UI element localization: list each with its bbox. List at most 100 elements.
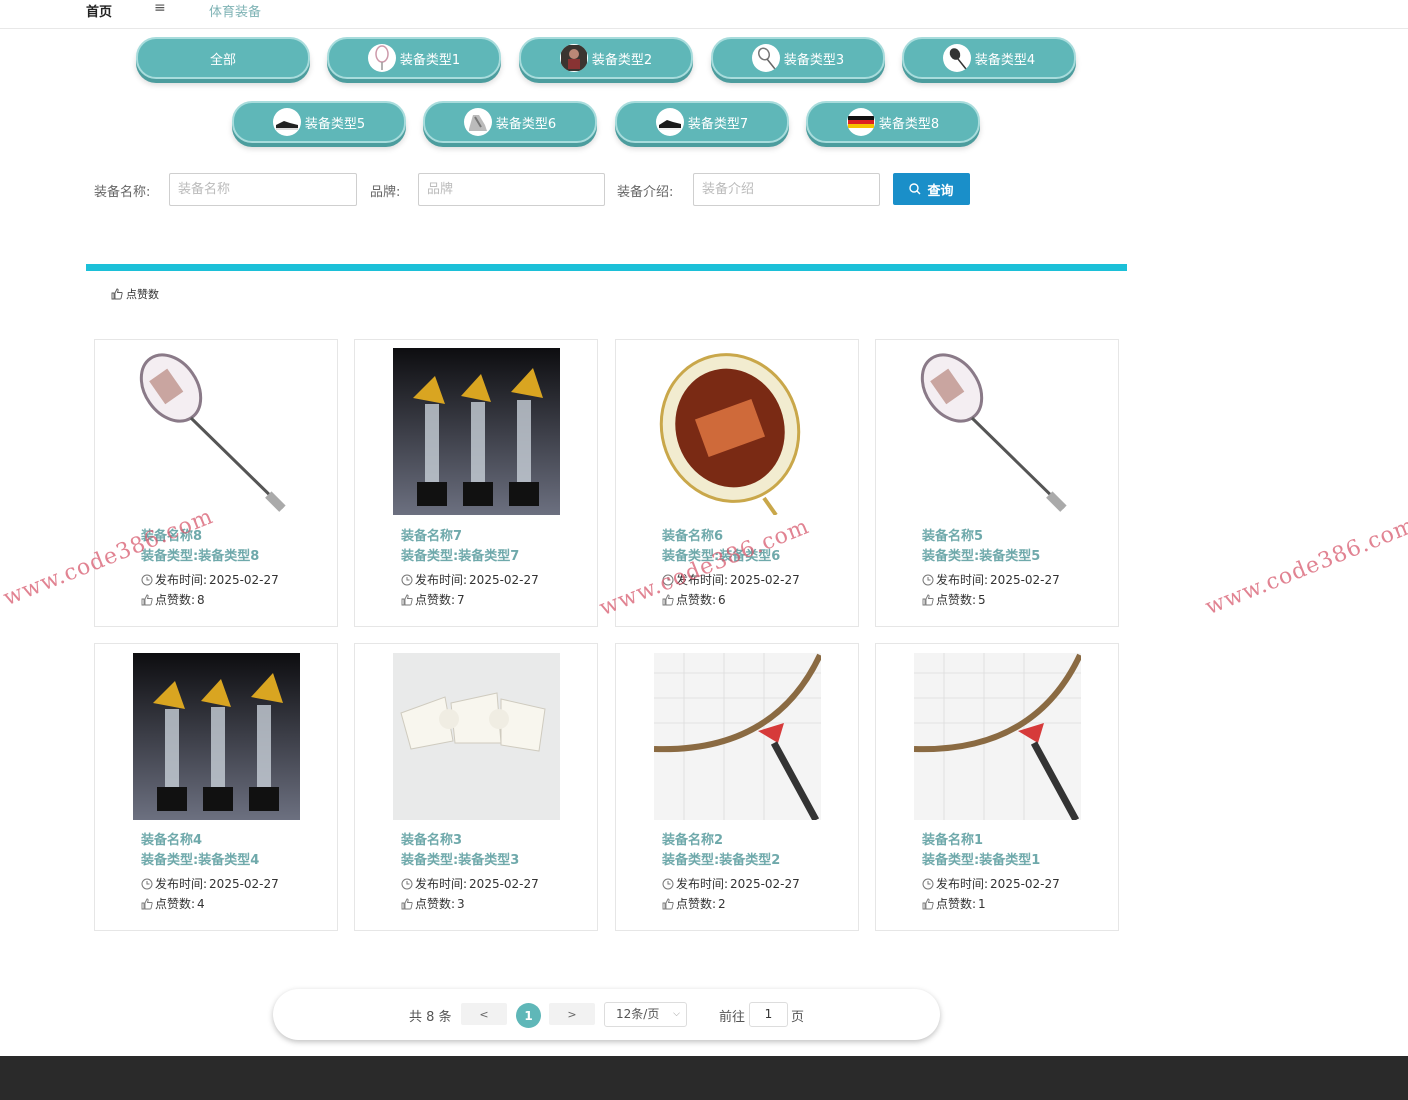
equipment-card[interactable]: 装备名称8 装备类型:装备类型8 发布时间: 2025-02-27 点赞数: 8 (94, 339, 338, 627)
watermark: www.code386.com (1202, 513, 1408, 621)
racket-icon (367, 44, 396, 72)
thumbs-up-icon (662, 898, 674, 909)
likes-value: 6 (718, 592, 726, 607)
equipment-name[interactable]: 装备名称5 (922, 525, 983, 544)
likes-value: 7 (457, 592, 465, 607)
like-count: 点赞数: 5 (922, 591, 986, 608)
time-value: 2025-02-27 (469, 876, 539, 891)
shoe-icon (272, 108, 301, 136)
next-page-button[interactable]: > (549, 1003, 595, 1025)
equipment-card[interactable]: 装备名称7 装备类型:装备类型7 发布时间: 2025-02-27 点赞数: 7 (354, 339, 598, 627)
publish-time: 发布时间: 2025-02-27 (141, 571, 279, 588)
equipment-name[interactable]: 装备名称3 (401, 829, 462, 848)
equipment-type: 装备类型:装备类型2 (662, 853, 781, 868)
nav-home-link[interactable]: 首页 (86, 1, 112, 20)
category-button-4[interactable]: 装备类型4 (902, 37, 1076, 79)
category-label: 装备类型1 (399, 52, 461, 68)
equipment-type: 装备类型:装备类型4 (141, 853, 260, 868)
likes-prefix: 点赞数: (936, 897, 977, 911)
likes-prefix: 点赞数: (415, 593, 456, 607)
search-button[interactable]: 查询 (893, 173, 970, 205)
brand-label: 品牌: (370, 185, 401, 200)
goto-label: 前往 (719, 1010, 746, 1025)
sort-by-likes[interactable]: 点赞数 (111, 286, 159, 302)
thumbs-up-icon (401, 898, 413, 909)
category-button-8[interactable]: 装备类型8 (806, 101, 980, 143)
brand-input[interactable] (418, 173, 605, 206)
time-value: 2025-02-27 (730, 572, 800, 587)
equipment-name[interactable]: 装备名称1 (922, 829, 983, 848)
equipment-card[interactable]: 装备名称3 装备类型:装备类型3 发布时间: 2025-02-27 点赞数: 3 (354, 643, 598, 931)
equipment-card[interactable]: 装备名称4 装备类型:装备类型4 发布时间: 2025-02-27 点赞数: 4 (94, 643, 338, 931)
equipment-image[interactable] (654, 653, 821, 820)
equipment-name[interactable]: 装备名称4 (141, 829, 202, 848)
publish-time: 发布时间: 2025-02-27 (922, 571, 1060, 588)
category-button-3[interactable]: 装备类型3 (711, 37, 885, 79)
category-button-7[interactable]: 装备类型7 (615, 101, 789, 143)
likes-value: 5 (978, 592, 986, 607)
time-value: 2025-02-27 (209, 572, 279, 587)
equipment-name[interactable]: 装备名称7 (401, 525, 462, 544)
thumbs-up-icon (141, 594, 153, 605)
like-count: 点赞数: 3 (401, 895, 465, 912)
search-button-label: 查询 (927, 182, 954, 198)
clock-icon (922, 878, 934, 889)
time-prefix: 发布时间: (936, 573, 989, 587)
menu-icon[interactable]: ≡ (154, 0, 166, 16)
equipment-image[interactable] (133, 348, 300, 515)
like-count: 点赞数: 2 (662, 895, 726, 912)
intro-input[interactable] (693, 173, 880, 206)
time-value: 2025-02-27 (990, 572, 1060, 587)
thumbs-up-icon (922, 898, 934, 909)
equipment-name[interactable]: 装备名称6 (662, 525, 723, 544)
prev-page-button[interactable]: < (461, 1003, 507, 1025)
equipment-image[interactable] (393, 348, 560, 515)
clock-icon (401, 878, 413, 889)
time-prefix: 发布时间: (155, 573, 208, 587)
equipment-image[interactable] (393, 653, 560, 820)
publish-time: 发布时间: 2025-02-27 (662, 875, 800, 892)
page-size-select[interactable]: 12条/页 ⌵ (604, 1002, 687, 1027)
category-button-6[interactable]: 装备类型6 (423, 101, 597, 143)
time-value: 2025-02-27 (469, 572, 539, 587)
likes-value: 3 (457, 896, 465, 911)
likes-prefix: 点赞数: (155, 593, 196, 607)
equipment-name-input[interactable] (169, 173, 357, 206)
thumbs-up-icon (401, 594, 413, 605)
equipment-card[interactable]: 装备名称1 装备类型:装备类型1 发布时间: 2025-02-27 点赞数: 1 (875, 643, 1119, 931)
search-icon (909, 183, 921, 195)
category-label: 装备类型7 (687, 116, 749, 132)
goto-page-input[interactable]: 1 (749, 1002, 788, 1027)
equipment-image[interactable] (654, 348, 821, 515)
name-label: 装备名称: (94, 185, 151, 200)
likes-value: 8 (197, 592, 205, 607)
page-unit-label: 页 (791, 1010, 805, 1025)
player-icon (559, 44, 588, 72)
equipment-card[interactable]: 装备名称2 装备类型:装备类型2 发布时间: 2025-02-27 点赞数: 2 (615, 643, 859, 931)
equipment-card[interactable]: 装备名称5 装备类型:装备类型5 发布时间: 2025-02-27 点赞数: 5 (875, 339, 1119, 627)
category-label: 装备类型5 (304, 116, 366, 132)
page-number-current[interactable]: 1 (516, 1003, 541, 1028)
category-button-2[interactable]: 装备类型2 (519, 37, 693, 79)
likes-prefix: 点赞数: (676, 897, 717, 911)
equipment-name[interactable]: 装备名称2 (662, 829, 723, 848)
category-label: 装备类型4 (974, 52, 1036, 68)
category-button-1[interactable]: 装备类型1 (327, 37, 501, 79)
equipment-image[interactable] (914, 653, 1081, 820)
chevron-down-icon: ⌵ (673, 1009, 680, 1019)
category-button-5[interactable]: 装备类型5 (232, 101, 406, 143)
time-prefix: 发布时间: (415, 573, 468, 587)
equipment-image[interactable] (914, 348, 1081, 515)
clock-icon (662, 878, 674, 889)
equipment-type: 装备类型:装备类型5 (922, 549, 1041, 564)
shoe-icon (655, 108, 684, 136)
intro-label: 装备介绍: (617, 185, 674, 200)
time-prefix: 发布时间: (676, 877, 729, 891)
like-count: 点赞数: 7 (401, 591, 465, 608)
sort-label: 点赞数 (126, 288, 159, 301)
breadcrumb[interactable]: 体育装备 (209, 1, 261, 20)
clock-icon (141, 574, 153, 585)
equipment-image[interactable] (133, 653, 300, 820)
likes-prefix: 点赞数: (415, 897, 456, 911)
category-button-all[interactable]: 全部 (136, 37, 310, 79)
